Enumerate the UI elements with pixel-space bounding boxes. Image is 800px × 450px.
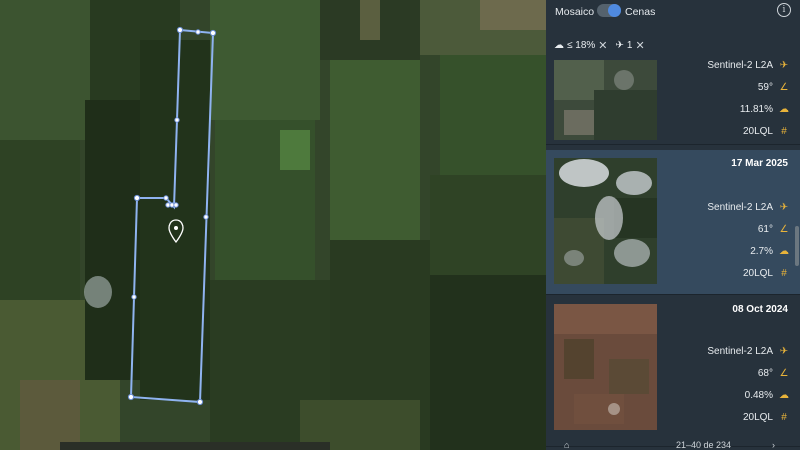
scene-card[interactable]: Sentinel-2 L2A ✈ 59° ∠ 11.81% ☁ 20LQL # bbox=[546, 56, 800, 145]
angle-icon: ∠ bbox=[779, 82, 789, 93]
cloud-icon: ☁ bbox=[779, 104, 789, 115]
angle-icon: ∠ bbox=[779, 368, 789, 379]
scene-thumbnail bbox=[554, 304, 657, 430]
cloud-icon: ☁ bbox=[779, 390, 789, 401]
sun-angle: 61° bbox=[757, 224, 773, 235]
scene-thumbnail bbox=[554, 158, 657, 284]
satellite-filter-chip[interactable]: ✈ 1 ✕ bbox=[616, 39, 645, 52]
vertex-handle[interactable] bbox=[133, 194, 141, 202]
map-imagery bbox=[0, 0, 546, 450]
angle-row: 61° ∠ bbox=[758, 224, 790, 235]
pagination-label: 21–40 de 234 bbox=[676, 440, 732, 450]
satellite-filter-label: 1 bbox=[626, 39, 633, 51]
filter-chips: ☁ ≤ 18% ✕ ✈ 1 ✕ bbox=[546, 34, 645, 56]
vertex-handle[interactable] bbox=[176, 26, 184, 34]
close-icon[interactable]: ✕ bbox=[598, 39, 607, 52]
toggle-knob bbox=[608, 4, 621, 17]
satellite-name: Sentinel-2 L2A bbox=[707, 60, 773, 71]
sun-angle: 59° bbox=[757, 82, 773, 93]
satellite-name: Sentinel-2 L2A bbox=[707, 346, 773, 357]
satellite-row: Sentinel-2 L2A ✈ bbox=[707, 60, 790, 71]
cloud-cover: 11.81% bbox=[739, 104, 773, 115]
scenes-panel: Mosaico Cenas i ☁ ≤ 18% ✕ ✈ 1 ✕ Sentinel… bbox=[546, 0, 800, 450]
scene-card[interactable]: 08 Oct 2024 Sentinel-2 L2A ✈ 68° ∠ 0.48%… bbox=[546, 296, 800, 447]
satellite-row: Sentinel-2 L2A ✈ bbox=[707, 202, 790, 213]
cloud-icon: ☁ bbox=[554, 39, 564, 51]
angle-row: 68° ∠ bbox=[758, 368, 790, 379]
sun-angle: 68° bbox=[757, 368, 773, 379]
tile-id: 20LQL bbox=[742, 268, 773, 279]
satellite-icon: ✈ bbox=[615, 39, 624, 51]
angle-icon: ∠ bbox=[779, 224, 789, 235]
vertex-handle[interactable] bbox=[174, 117, 180, 123]
scene-date: 17 Mar 2025 bbox=[731, 158, 788, 169]
satellite-icon: ✈ bbox=[779, 202, 789, 213]
vertex-handle[interactable] bbox=[127, 393, 135, 401]
cloud-cover: 0.48% bbox=[744, 390, 773, 401]
tile-id: 20LQL bbox=[742, 412, 773, 423]
hash-icon: # bbox=[781, 126, 787, 137]
info-icon[interactable]: i bbox=[777, 3, 791, 17]
satellite-map[interactable] bbox=[0, 0, 546, 450]
satellite-name: Sentinel-2 L2A bbox=[707, 202, 773, 213]
cloud-icon: ☁ bbox=[779, 246, 789, 257]
cloud-row: 11.81% ☁ bbox=[740, 104, 790, 115]
scene-card-selected[interactable]: 17 Mar 2025 Sentinel-2 L2A ✈ 61° ∠ 2.7% … bbox=[546, 150, 800, 295]
scene-thumbnail bbox=[554, 60, 657, 140]
tile-id: 20LQL bbox=[742, 126, 773, 137]
home-icon[interactable]: ⌂ bbox=[564, 440, 569, 450]
chevron-right-icon[interactable]: › bbox=[772, 440, 775, 450]
hash-icon: # bbox=[781, 268, 787, 279]
cloud-filter-chip[interactable]: ☁ ≤ 18% ✕ bbox=[554, 39, 608, 52]
cloud-filter-label: ≤ 18% bbox=[567, 39, 596, 51]
vertex-handle[interactable] bbox=[173, 202, 179, 208]
scrollbar[interactable] bbox=[795, 226, 799, 266]
tile-row: 20LQL # bbox=[743, 412, 790, 423]
vertex-handle[interactable] bbox=[203, 214, 209, 220]
cloud-cover: 2.7% bbox=[750, 246, 773, 257]
scenes-mode-label[interactable]: Cenas bbox=[625, 6, 655, 18]
vertex-handle[interactable] bbox=[195, 29, 201, 35]
scene-date: 08 Oct 2024 bbox=[732, 304, 788, 315]
vertex-handle[interactable] bbox=[131, 294, 137, 300]
tile-row: 20LQL # bbox=[743, 126, 790, 137]
cloud-row: 2.7% ☁ bbox=[750, 246, 790, 257]
mode-toolbar: Mosaico Cenas i bbox=[546, 0, 800, 28]
mosaic-mode-label[interactable]: Mosaico bbox=[555, 6, 594, 18]
satellite-icon: ✈ bbox=[779, 60, 789, 71]
tile-row: 20LQL # bbox=[743, 268, 790, 279]
vertex-handle[interactable] bbox=[209, 29, 217, 37]
satellite-row: Sentinel-2 L2A ✈ bbox=[707, 346, 790, 357]
scene-list: Sentinel-2 L2A ✈ 59° ∠ 11.81% ☁ 20LQL # bbox=[546, 56, 800, 450]
mode-toggle[interactable] bbox=[597, 4, 621, 17]
pagination-bar: ⌂ 21–40 de 234 › bbox=[546, 440, 800, 450]
hash-icon: # bbox=[781, 412, 787, 423]
cloud-row: 0.48% ☁ bbox=[745, 390, 790, 401]
vertex-handle[interactable] bbox=[196, 398, 204, 406]
satellite-icon: ✈ bbox=[779, 346, 789, 357]
close-icon[interactable]: ✕ bbox=[635, 39, 644, 52]
vertex-handle[interactable] bbox=[163, 195, 169, 201]
angle-row: 59° ∠ bbox=[758, 82, 790, 93]
